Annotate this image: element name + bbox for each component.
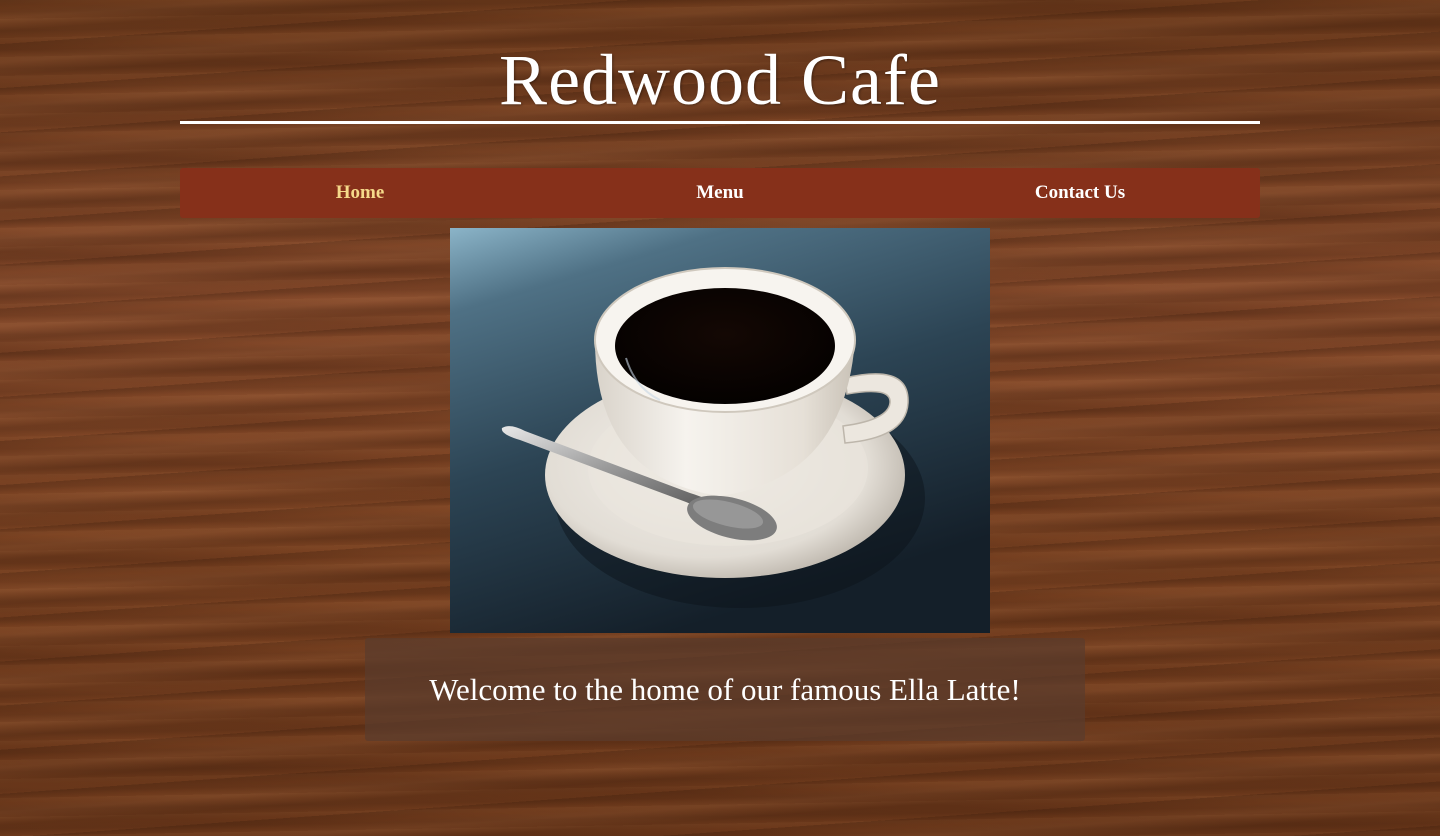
welcome-banner: Welcome to the home of our famous Ella L…	[365, 638, 1085, 741]
nav-link-contact-us[interactable]: Contact Us	[900, 168, 1260, 218]
nav-link-menu[interactable]: Menu	[540, 168, 900, 218]
nav-link-home[interactable]: Home	[180, 168, 540, 218]
site-title: Redwood Cafe	[499, 40, 941, 120]
welcome-text: Welcome to the home of our famous Ella L…	[429, 671, 1021, 707]
main-nav: Home Menu Contact Us	[180, 168, 1260, 218]
title-divider	[180, 121, 1260, 124]
coffee-cup-image	[450, 228, 990, 633]
